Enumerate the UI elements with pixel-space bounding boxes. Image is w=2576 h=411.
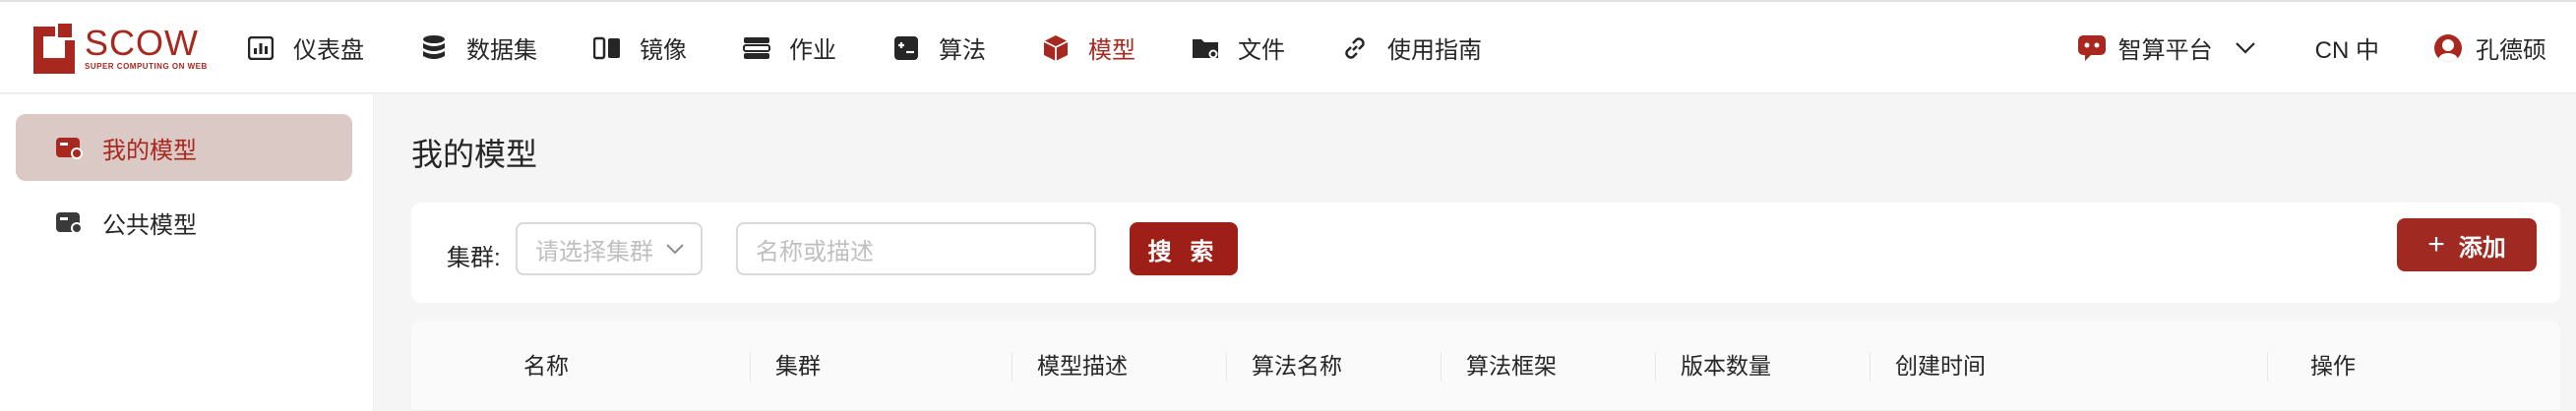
model-folder-icon [56,138,83,159]
add-model-button[interactable]: + 添加 [2397,218,2537,271]
user-menu[interactable]: 孔德硕 [2434,30,2546,65]
nav-item-model[interactable]: 模型 [1041,2,1135,93]
add-button-label: 添加 [2458,234,2506,262]
language-switcher[interactable]: CN 中 [2315,30,2379,65]
nav-item-files[interactable]: 文件 [1191,2,1285,93]
column-header-version-count[interactable]: 版本数量 [1681,350,1771,382]
nav-item-guide[interactable]: 使用指南 [1340,2,1482,93]
nav-label: 算法 [939,37,986,64]
column-divider [1226,352,1227,382]
nav-label: 文件 [1238,37,1285,64]
model-folder-icon [56,212,83,234]
column-header-created-time[interactable]: 创建时间 [1895,350,1986,382]
sidebar-item-label: 公共模型 [102,211,197,239]
column-header-framework[interactable]: 算法框架 [1466,350,1557,382]
nav-item-dashboard[interactable]: 仪表盘 [246,2,364,93]
logo-tagline: SUPER COMPUTING ON WEB [85,61,208,71]
nav-item-algorithm[interactable]: 算法 [891,2,986,93]
page-title: 我的模型 [411,137,538,172]
platform-icon [2077,34,2107,62]
nav-label: 模型 [1088,37,1135,64]
cluster-select-placeholder: 请选择集群 [535,238,653,265]
image-icon [592,33,622,63]
nav-label: 使用指南 [1387,37,1482,64]
nav-label: 仪表盘 [293,37,364,64]
column-divider [2267,352,2268,382]
top-header: SCOW SUPER COMPUTING ON WEB 仪表盘 数据集 镜像 作… [0,0,2576,93]
logo-name: SCOW [85,22,199,63]
column-header-actions: 操作 [2310,353,2356,379]
chevron-down-icon [2235,41,2256,55]
platform-label: 智算平台 [2117,37,2213,64]
nav-item-image[interactable]: 镜像 [592,2,687,93]
scow-logo[interactable]: SCOW SUPER COMPUTING ON WEB [33,20,208,75]
column-divider [1655,352,1656,382]
column-header-algorithm-name[interactable]: 算法名称 [1252,350,1342,382]
column-header-description[interactable]: 模型描述 [1037,350,1128,382]
filter-bar: 集群: 请选择集群 名称或描述 搜 索 + 添加 [411,203,2560,303]
search-button[interactable]: 搜 索 [1130,222,1238,275]
search-input-placeholder: 名称或描述 [756,238,874,265]
sidebar-item-label: 我的模型 [102,137,197,164]
nav-label: 镜像 [640,37,687,64]
model-cube-icon [1041,33,1071,63]
platform-switcher[interactable]: 智算平台 [2077,30,2256,65]
main-nav: 仪表盘 数据集 镜像 作业 算法 模型 文件 使用指南 [246,2,1537,93]
cluster-filter-label: 集群: [447,245,501,271]
plus-icon: + [2427,228,2445,261]
column-divider [1870,352,1871,382]
user-name: 孔德硕 [2476,37,2546,64]
algorithm-icon [891,33,921,63]
link-icon [1340,33,1370,63]
chevron-down-icon [665,238,685,266]
folder-icon [1191,33,1220,63]
nav-item-job[interactable]: 作业 [742,2,836,93]
sidebar-item-my-models[interactable]: 我的模型 [16,114,352,181]
header-right: 智算平台 CN 中 孔德硕 [2077,2,2576,93]
models-table: 名称 集群 模型描述 算法名称 算法框架 版本数量 创建时间 操作 [411,321,2560,411]
avatar [2434,33,2462,62]
cluster-select[interactable]: 请选择集群 [516,222,703,275]
job-icon [742,33,771,63]
column-divider [750,352,751,382]
dashboard-icon [246,33,276,63]
logo-mark-icon [33,21,75,74]
nav-label: 数据集 [466,37,537,64]
database-icon [419,33,449,63]
table-header: 名称 集群 模型描述 算法名称 算法框架 版本数量 创建时间 操作 [411,321,2560,411]
column-header-cluster[interactable]: 集群 [775,350,821,382]
sidebar-item-public-models[interactable]: 公共模型 [16,189,352,256]
column-header-name[interactable]: 名称 [523,350,569,382]
search-input[interactable]: 名称或描述 [736,222,1096,275]
nav-item-dataset[interactable]: 数据集 [419,2,537,93]
nav-label: 作业 [789,37,836,64]
sidebar: 我的模型 公共模型 [0,94,374,411]
